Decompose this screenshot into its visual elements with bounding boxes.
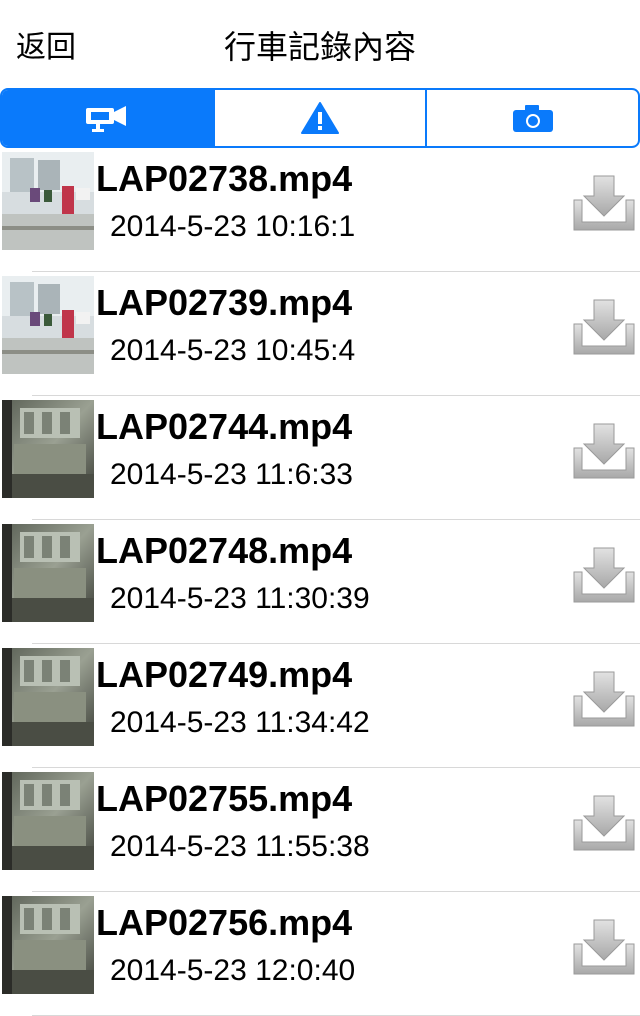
tab-videos[interactable]	[2, 90, 213, 146]
download-button[interactable]	[572, 298, 636, 356]
download-icon	[573, 299, 635, 355]
file-date: 2014-5-23 11:6:33	[110, 458, 353, 491]
download-button[interactable]	[572, 174, 636, 232]
video-thumbnail	[2, 896, 94, 994]
file-row[interactable]: LAP02739.mp4 2014-5-23 10:45:4	[0, 272, 640, 396]
file-row[interactable]: LAP02756.mp4 2014-5-23 12:0:40	[0, 892, 640, 1016]
file-row[interactable]: LAP02738.mp4 2014-5-23 10:16:1	[0, 148, 640, 272]
file-name: LAP02744.mp4	[96, 406, 353, 447]
file-name: LAP02748.mp4	[96, 530, 353, 571]
download-icon	[573, 919, 635, 975]
file-date: 2014-5-23 11:34:42	[110, 706, 370, 739]
file-date: 2014-5-23 10:16:1	[110, 210, 356, 243]
video-camera-icon	[86, 106, 127, 132]
file-date: 2014-5-23 12:0:40	[110, 954, 356, 987]
download-button[interactable]	[572, 422, 636, 480]
file-name: LAP02756.mp4	[96, 902, 353, 943]
download-button[interactable]	[572, 546, 636, 604]
file-row[interactable]: LAP02749.mp4 2014-5-23 11:34:42	[0, 644, 640, 768]
download-icon	[573, 423, 635, 479]
file-list: LAP02738.mp4 2014-5-23 10:16:1 LAP02739.mp…	[0, 148, 640, 1016]
file-row[interactable]: LAP02755.mp4 2014-5-23 11:55:38	[0, 768, 640, 892]
video-thumbnail	[2, 772, 94, 870]
file-date: 2014-5-23 11:30:39	[110, 582, 370, 615]
tab-photos[interactable]	[425, 90, 638, 146]
download-icon	[573, 795, 635, 851]
nav-bar: 返回 行車記錄內容	[0, 0, 640, 88]
file-name: LAP02738.mp4	[96, 158, 353, 199]
video-thumbnail	[2, 400, 94, 498]
download-icon	[573, 671, 635, 727]
video-thumbnail	[2, 524, 94, 622]
file-row[interactable]: LAP02748.mp4 2014-5-23 11:30:39	[0, 520, 640, 644]
tab-events[interactable]	[212, 90, 426, 146]
video-thumbnail	[2, 648, 94, 746]
video-thumbnail	[2, 276, 94, 374]
video-thumbnail	[2, 152, 94, 250]
page-title: 行車記錄內容	[223, 28, 416, 66]
file-row[interactable]: LAP02744.mp4 2014-5-23 11:6:33	[0, 396, 640, 520]
download-icon	[573, 547, 635, 603]
warning-icon	[301, 102, 339, 134]
download-button[interactable]	[572, 918, 636, 976]
segmented-control	[0, 88, 640, 148]
download-icon	[573, 175, 635, 231]
file-name: LAP02749.mp4	[96, 654, 353, 695]
file-date: 2014-5-23 11:55:38	[110, 830, 370, 863]
camera-icon	[512, 105, 553, 132]
file-name: LAP02739.mp4	[96, 282, 353, 323]
download-button[interactable]	[572, 670, 636, 728]
download-button[interactable]	[572, 794, 636, 852]
file-name: LAP02755.mp4	[96, 778, 353, 819]
file-date: 2014-5-23 10:45:4	[110, 334, 356, 367]
